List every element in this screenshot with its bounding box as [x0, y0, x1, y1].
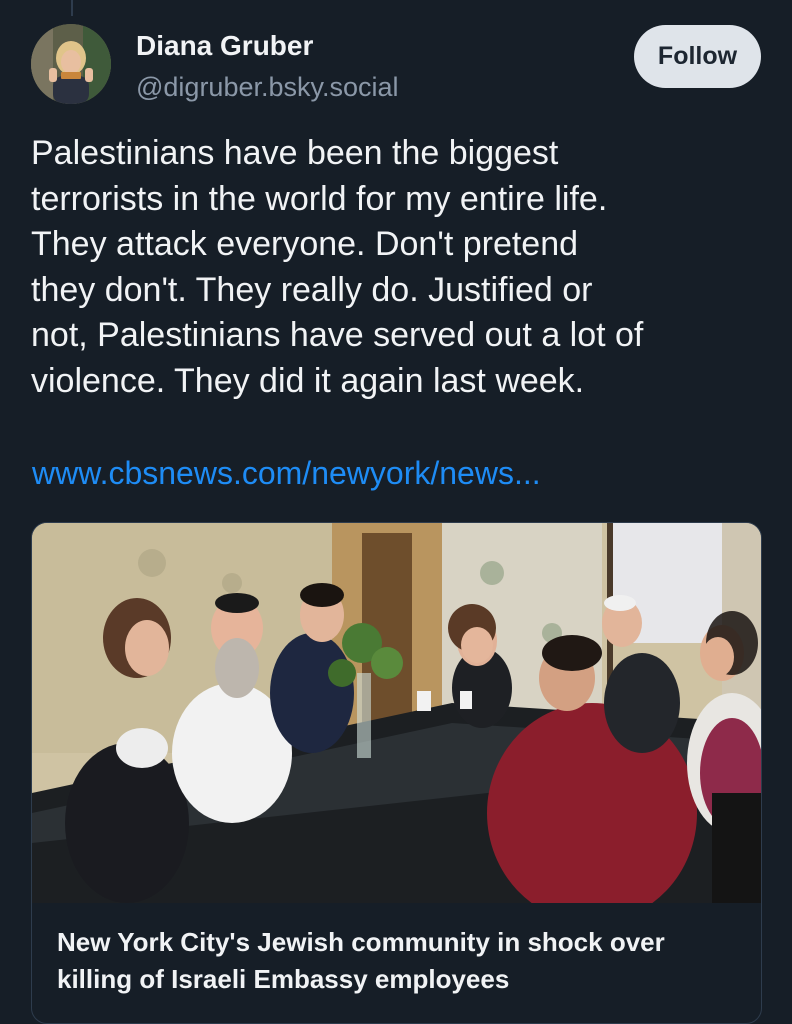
- news-photo-illustration: [32, 523, 761, 903]
- post-text: Palestinians have been the biggest terro…: [31, 134, 644, 400]
- post-link[interactable]: www.cbsnews.com/newyork/news...: [32, 455, 541, 492]
- avatar[interactable]: [31, 24, 111, 104]
- link-card-title: New York City's Jewish community in shoc…: [57, 927, 665, 994]
- link-card-image: [32, 523, 761, 903]
- follow-button[interactable]: Follow: [634, 25, 761, 88]
- thread-connector-line: [71, 0, 73, 16]
- link-preview-card[interactable]: New York City's Jewish community in shoc…: [31, 522, 762, 1024]
- author-display-name[interactable]: Diana Gruber: [136, 30, 313, 62]
- avatar-image: [31, 24, 111, 104]
- author-handle[interactable]: @digruber.bsky.social: [136, 72, 399, 103]
